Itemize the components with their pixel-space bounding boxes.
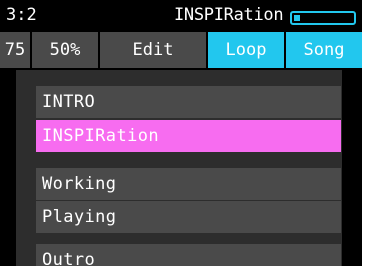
volume-button[interactable]: 50% [32,32,98,68]
song-position: 3:2 [6,5,37,25]
loop-toggle[interactable]: Loop [208,32,284,68]
tempo-button[interactable]: 75 [0,32,30,68]
device-screen: 3:2 INSPIRation 75 50% Edit Loop Song IN… [0,0,362,266]
part-item-inspiration[interactable]: INSPIRation [36,120,341,152]
part-item-working[interactable]: Working [36,168,341,200]
song-toggle[interactable]: Song [286,32,362,68]
part-item-playing[interactable]: Playing [36,201,341,233]
song-part-list: INTRO INSPIRation Working Playing Outro [0,70,362,266]
edit-button[interactable]: Edit [100,32,206,68]
level-meter [290,11,356,25]
current-track-name: INSPIRation [174,5,284,25]
part-item-intro[interactable]: INTRO [36,86,341,118]
status-bar: 3:2 INSPIRation [0,0,362,30]
part-item-outro[interactable]: Outro [36,244,341,266]
toolbar: 75 50% Edit Loop Song [0,32,362,68]
level-meter-fill [294,15,300,21]
